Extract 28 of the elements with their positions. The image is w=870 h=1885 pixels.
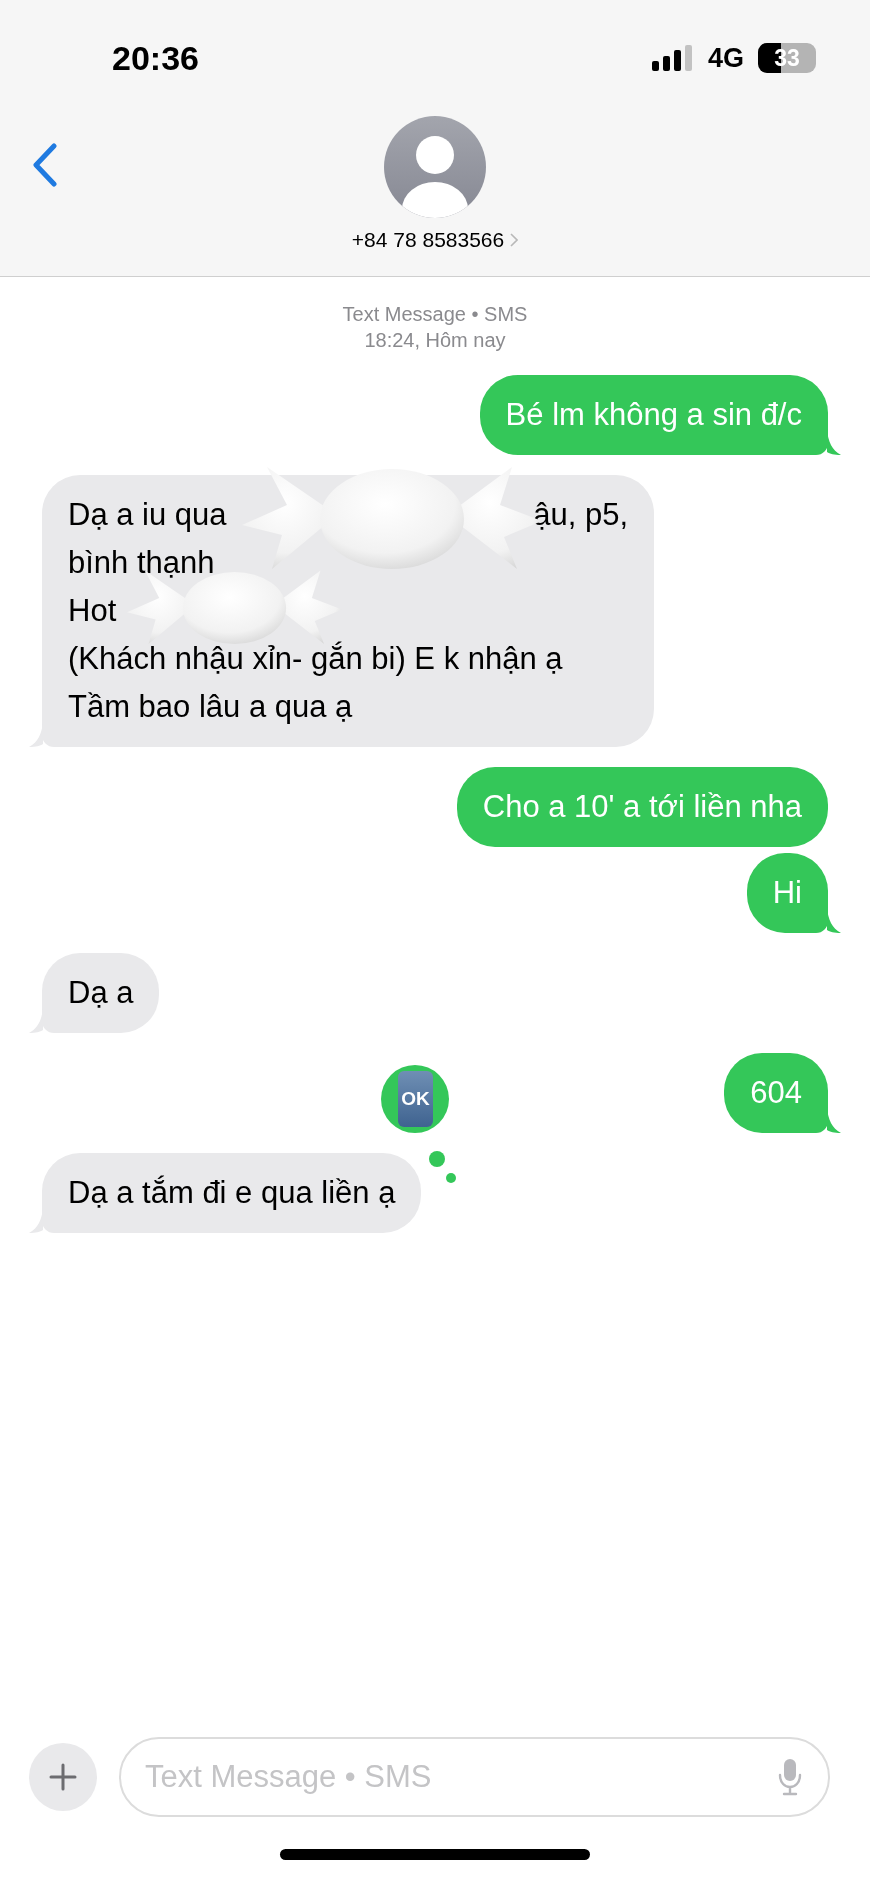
message-text: Dạ a tắm đi e qua liền ạ [68,1174,396,1212]
contact-phone[interactable]: +84 78 8583566 [351,228,519,252]
message-input-field[interactable]: Text Message • SMS [119,1737,830,1817]
message-text: (Khách nhậu xỉn- gắn bi) E k nhận ạ [68,640,563,678]
message-text: bình thạnh [68,544,215,582]
network-type: 4G [707,42,744,74]
message-text: 604 [750,1074,802,1112]
message-text: Hot [68,592,117,630]
message-text: Dạ a iu qua [68,496,227,534]
message-text: Dạ a [68,974,134,1012]
service-label: Text Message • SMS [342,302,528,327]
microphone-icon[interactable] [778,1758,802,1796]
back-icon[interactable] [32,143,58,187]
tapback-dot [429,1151,446,1167]
message-text: Hi [772,874,802,912]
message-text: Bé lm không a sin đ/c [505,396,802,434]
message-text: Cho a 10' a tới liền nha [482,788,802,826]
ok-badge: OK [398,1071,433,1127]
message-timestamp: 18:24, Hôm nay [364,328,506,353]
message-text: Tầm bao lâu a qua ạ [68,688,353,726]
signal-icon [651,45,694,71]
chevron-right-icon[interactable] [510,233,519,247]
status-time: 20:36 [112,38,200,78]
plus-icon [49,1763,77,1791]
tapback-dot [446,1173,457,1183]
tapback-reaction[interactable]: OK [381,1065,450,1133]
message-text: ậu, p5, [533,496,628,534]
avatar-icon[interactable] [384,116,486,218]
